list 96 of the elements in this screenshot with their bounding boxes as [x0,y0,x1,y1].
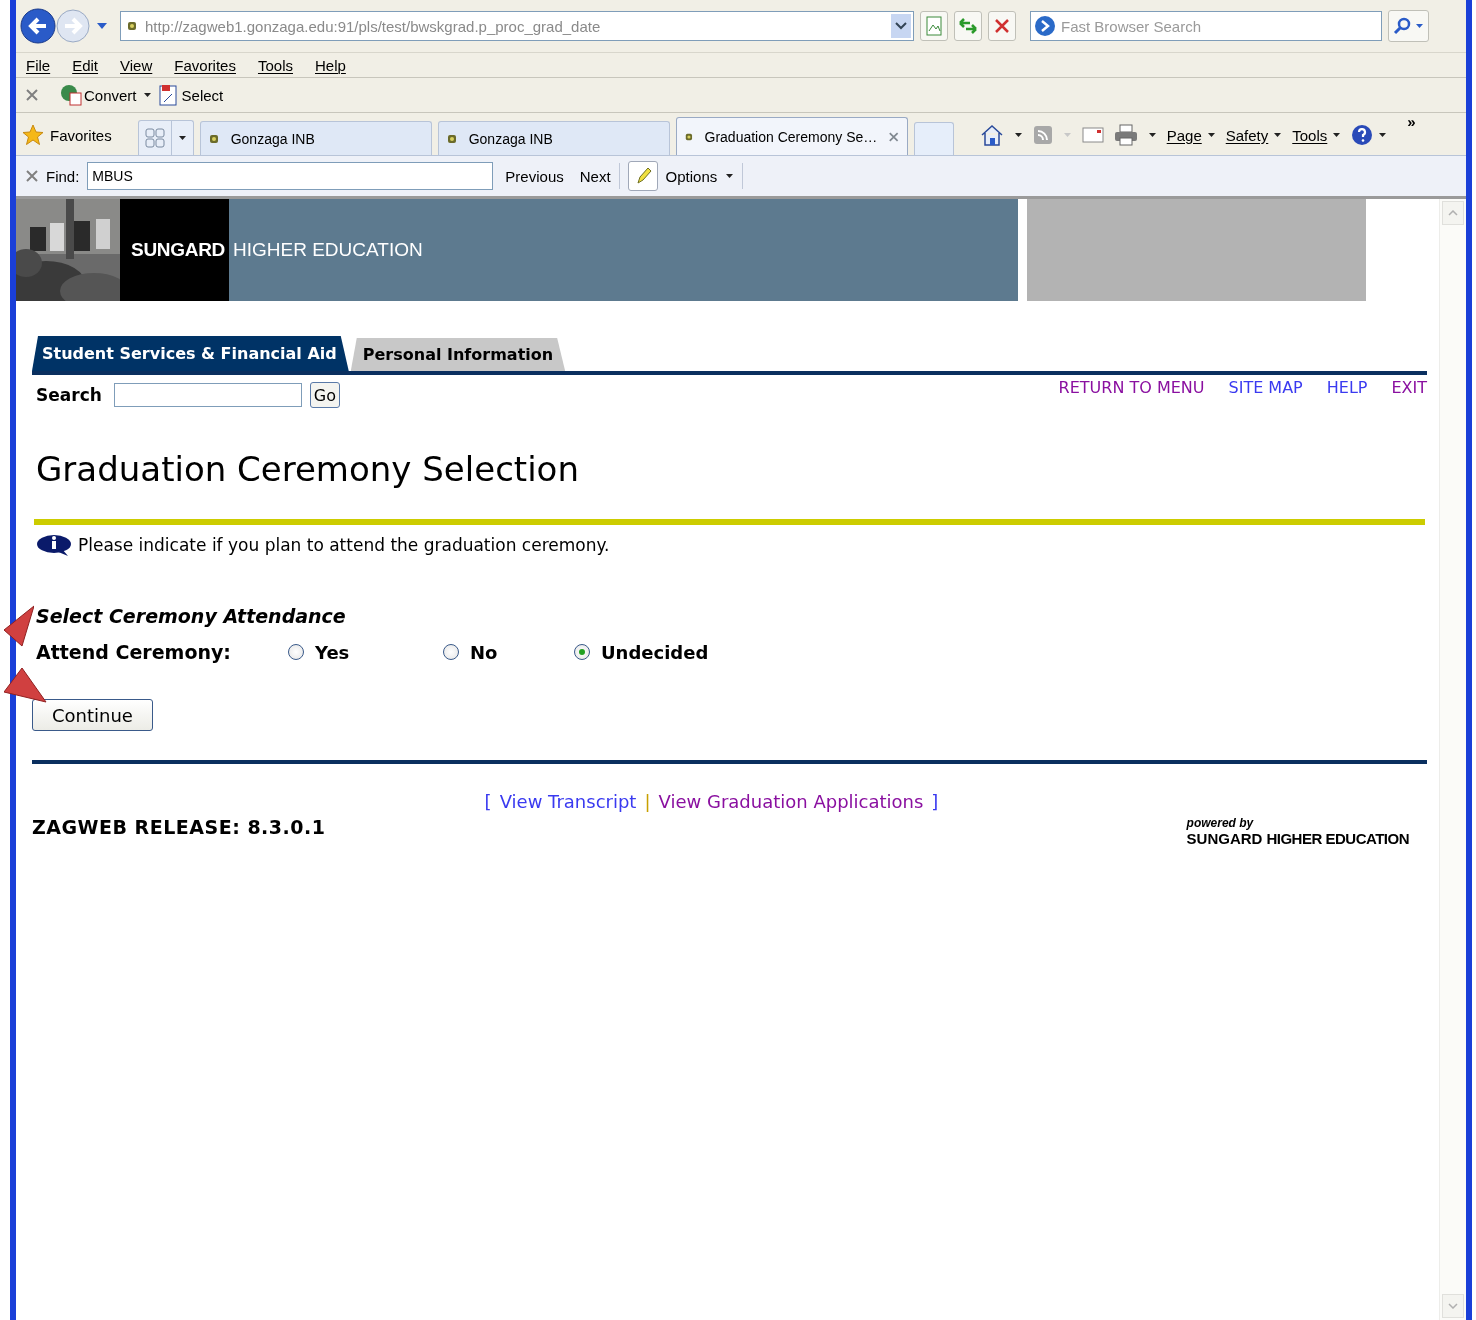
nav-link[interactable]: HELP [1326,378,1368,397]
browser-tab[interactable]: Gonzaga INB [199,121,432,155]
help-icon [1351,124,1374,146]
separator: | [644,791,651,812]
nav-link[interactable]: RETURN TO MENU [1058,378,1205,397]
bracket: ] [931,791,939,812]
caret-icon[interactable] [1332,132,1342,138]
brand-subtitle: HIGHER EDUCATION [1266,830,1409,847]
nav-tab[interactable]: Personal Information [350,338,566,371]
chevron-down-icon [1448,1303,1458,1309]
brand-name: SUNGARD [1186,830,1263,847]
nav-tab[interactable]: Student Services & Financial Aid [32,336,349,371]
nav-link[interactable]: SITE MAP [1228,378,1303,397]
close-icon[interactable] [889,130,899,143]
caret-icon[interactable] [1147,132,1157,138]
section-heading: Select Ceremony Attendance [36,605,347,627]
favorites-button[interactable]: Favorites [22,115,112,155]
caret-icon[interactable] [725,173,735,179]
select-button[interactable]: Select [157,84,224,106]
next-button[interactable]: Next [579,167,611,185]
address-bar[interactable]: http://zagweb1.gonzaga.edu:91/pls/test/bwskgrad.p_proc_grad_date [120,11,914,41]
caret-icon[interactable] [177,135,187,141]
search-field[interactable] [113,383,302,407]
close-icon [994,18,1010,34]
chevron-icon [895,22,907,30]
refresh-icon [958,17,978,35]
dropdown-button[interactable] [891,14,911,38]
grid-icon [144,128,165,148]
search-label: Search [36,385,102,405]
find-field[interactable]: MBUS [87,162,494,190]
radio-label: Undecided [601,641,709,663]
favicon-icon [208,133,219,144]
menu-item[interactable]: File [26,56,51,74]
bracket: [ [484,791,492,812]
menu-item[interactable]: Favorites [174,56,236,74]
command-menu[interactable]: Page [1166,126,1216,144]
nav-link[interactable]: EXIT [1391,378,1427,397]
chevron-up-icon [1448,210,1458,216]
footer-link[interactable]: View Graduation Applications [658,791,924,812]
info-message: Please indicate if you plan to attend the graduation ceremony. [78,535,610,555]
search-provider-icon [1034,15,1056,37]
caret-icon[interactable] [1206,132,1216,138]
radio-label: No [470,641,498,663]
star-icon [22,124,44,146]
home-icon[interactable] [979,124,1004,146]
brand-name: SUNGARD [131,239,225,261]
options-button[interactable]: Options [665,167,735,185]
page-icon [925,16,943,36]
menu-item[interactable]: View [120,56,153,74]
close-icon[interactable] [26,170,38,182]
caret-icon[interactable] [142,92,152,98]
command-menu[interactable]: Safety [1225,126,1283,144]
radio-button[interactable] [574,644,590,660]
document-icon [157,84,180,106]
page-title: Graduation Ceremony Selection [36,448,580,490]
menu-item[interactable]: Tools [257,56,293,74]
back-button[interactable] [20,8,56,44]
favicon-icon [446,133,457,144]
radio-label: Yes [315,641,350,663]
footer-link[interactable]: View Transcript [499,791,637,812]
dropdown-caret-icon[interactable] [96,22,108,30]
search-icon [1393,17,1411,35]
powered-by-label: powered by [1186,816,1255,830]
command-menu[interactable]: Tools [1292,126,1342,144]
close-icon[interactable] [26,89,38,101]
favicon-icon [127,21,137,31]
refresh-button[interactable] [954,11,982,41]
printer-icon[interactable] [1113,124,1138,146]
caret-icon[interactable] [1378,132,1388,138]
field-label: Attend Ceremony: [36,641,232,663]
info-icon [36,533,72,557]
search-button[interactable] [1388,10,1429,42]
brand-subtitle: HIGHER EDUCATION [233,239,423,261]
release-label: ZAGWEB RELEASE: 8.3.0.1 [32,816,326,838]
convert-button[interactable]: Convert [60,84,137,106]
overflow-button[interactable]: » [1407,113,1416,130]
favicon-icon [684,131,693,142]
stop-button[interactable] [988,11,1016,41]
browser-tab[interactable]: Gonzaga INB [437,121,670,155]
caret-icon [1415,23,1424,29]
help-button[interactable] [1351,124,1388,146]
radio-button[interactable] [288,644,304,660]
menu-item[interactable]: Help [315,56,346,74]
browser-tab[interactable]: Graduation Ceremony Se… [675,117,908,155]
go-button[interactable]: Go [309,382,340,408]
find-label: Find: [46,167,80,185]
caret-icon[interactable] [1013,132,1023,138]
search-field[interactable]: Fast Browser Search [1030,11,1382,41]
radio-button[interactable] [443,644,459,660]
caret-icon[interactable] [1273,132,1283,138]
menu-item[interactable]: Edit [72,56,99,74]
highlight-button[interactable] [627,161,658,191]
globe-document-icon [60,84,82,106]
continue-button[interactable]: Continue [32,699,153,731]
previous-button[interactable]: Previous [505,167,564,185]
mail-icon[interactable] [1081,127,1104,143]
